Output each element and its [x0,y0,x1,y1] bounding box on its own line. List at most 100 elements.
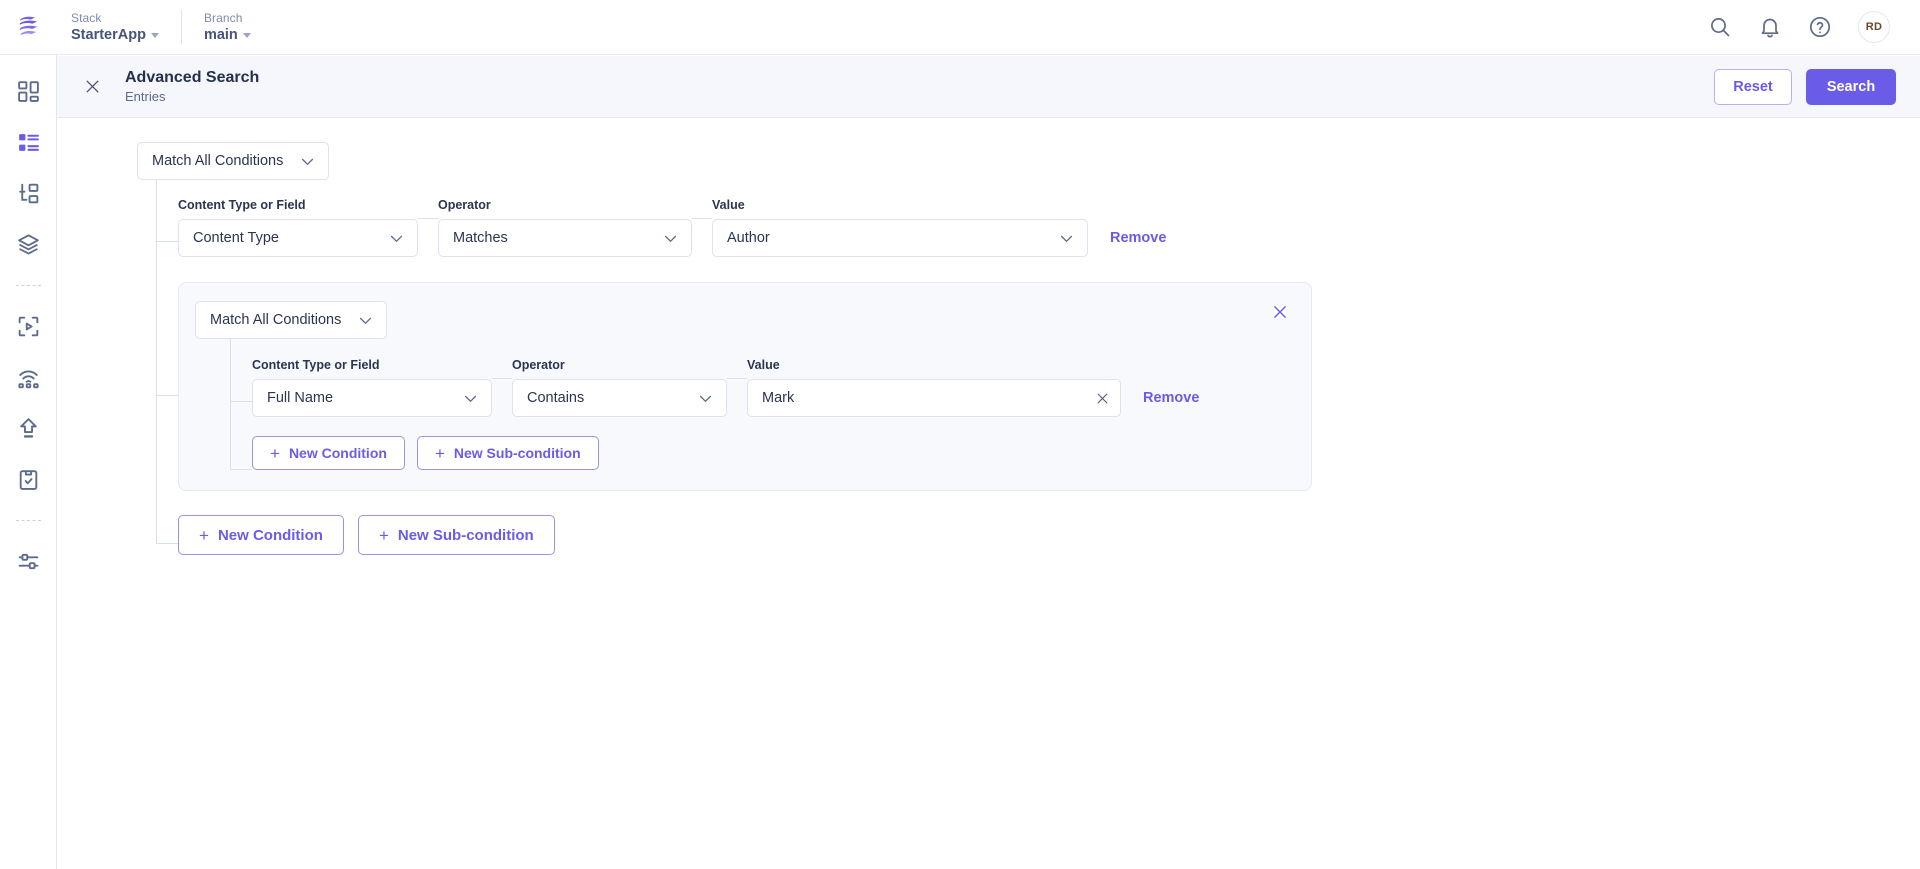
close-icon [1274,306,1286,318]
stacks-layers-icon [17,233,39,254]
close-icon [86,80,98,93]
sidebar-divider-1 [15,285,41,286]
tasks-checklist-icon [19,469,37,490]
condition-1-operator-select[interactable]: Matches [438,219,692,257]
sidebar-item-tasks[interactable] [8,459,48,499]
subgroup-remove-link[interactable]: Remove [1143,389,1199,407]
subgroup-match-value: Match All Conditions [210,312,342,328]
breadcrumb: Stack StarterApp Branch main [57,0,273,55]
subgroup-field-select[interactable]: Full Name [252,379,492,417]
plus-icon: + [378,525,389,545]
operator-connector-line [692,218,712,219]
entries-icon [18,133,39,151]
subgroup-new-subcondition-label: New Sub-condition [453,445,581,461]
sidebar-divider-2 [15,520,41,521]
condition-1-field-group: Content Type or Field Content Type [178,198,418,257]
new-subcondition-label: New Sub-condition [397,526,534,544]
root-match-value: Match All Conditions [152,153,284,169]
chevron-down-icon [299,153,316,170]
plus-icon: + [199,525,209,545]
sidebar-item-assets[interactable] [8,306,48,346]
live-preview-icon [17,370,39,388]
condition-1-field-select[interactable]: Content Type [178,219,418,257]
chevron-down-icon [1058,230,1075,247]
chevron-down-icon [388,230,405,247]
panel-actions: Reset Search [1714,68,1896,105]
subgroup-match-select[interactable]: Match All Conditions [195,301,387,339]
sidebar-item-entries[interactable] [8,120,65,164]
releases-icon [19,417,37,438]
avatar[interactable]: RD [1858,11,1890,43]
operator-label: Operator [438,198,491,212]
content-types-icon [18,183,38,203]
sidebar-item-content-types[interactable] [8,173,48,213]
condition-1-field-value: Content Type [193,230,279,246]
field-label: Content Type or Field [178,198,306,212]
caret-down-icon [242,33,251,38]
search-icon[interactable] [1708,15,1732,39]
chevron-down-icon [697,390,714,407]
chevron-down-icon [462,390,479,407]
sidebar-item-live-preview[interactable] [8,357,48,397]
subgroup-close-button[interactable] [1267,299,1293,325]
subgroup-new-condition-button[interactable]: + New Condition [252,436,405,470]
search-button[interactable]: Search [1806,68,1896,105]
sidebar-item-stacks[interactable] [8,224,48,264]
operator-label: Operator [512,358,565,372]
subgroup-condition-row: Content Type or Field Full Name Operator [211,339,1291,417]
root-add-buttons: + New Condition + New Sub-condition [137,491,1920,555]
sidebar-item-settings[interactable] [8,541,48,581]
help-circle-icon[interactable] [1808,15,1832,39]
subgroup-value-input[interactable]: Mark [747,379,1121,417]
top-bar: Stack StarterApp Branch main RD [0,0,1920,55]
chevron-down-icon [662,230,679,247]
caret-down-icon [150,33,159,38]
contentstack-logo-icon [19,16,37,36]
subgroup-value-text: Mark [762,390,795,406]
breadcrumb-branch[interactable]: Branch main [180,10,273,44]
app-logo[interactable] [0,0,57,55]
close-panel-button[interactable] [75,70,109,104]
subgroup-wrapper: Match All Conditions Content Type or Fie… [137,257,1312,491]
topbar-actions: RD [1708,11,1920,43]
subgroup-value-group: Value Mark [747,358,1121,417]
subgroup-add-buttons: + New Condition + New Sub-condition [211,417,1291,470]
root-match-select[interactable]: Match All Conditions [137,142,329,180]
value-label: Value [747,358,780,372]
subgroup-tree: Content Type or Field Full Name Operator [211,339,1291,470]
new-subcondition-button[interactable]: + New Sub-condition [357,515,555,555]
operator-connector-line [727,378,747,379]
value-label: Value [712,198,745,212]
condition-row-1: Content Type or Field Content Type Opera… [137,180,1920,257]
reset-button[interactable]: Reset [1714,68,1792,105]
settings-sliders-icon [18,553,38,569]
plus-icon: + [270,443,280,463]
breadcrumb-branch-value: main [203,26,238,43]
condition-1-value-select[interactable]: Author [712,219,1088,257]
subgroup-operator-value: Contains [527,390,585,406]
sidebar-item-releases[interactable] [8,408,48,448]
condition-1-value: Author [727,230,770,246]
chevron-down-icon [357,312,374,329]
field-label: Content Type or Field [252,358,380,372]
page-subtitle: Entries [125,89,166,104]
subgroup-new-condition-label: New Condition [288,445,387,461]
subgroup-field-value: Full Name [267,390,334,406]
condition-1-operator-value: Matches [453,230,508,246]
subgroup-new-subcondition-button[interactable]: + New Sub-condition [416,436,599,470]
sidebar-item-dashboard[interactable] [8,71,48,111]
breadcrumb-stack-label: Stack [71,10,102,25]
new-condition-button[interactable]: + New Condition [178,515,344,555]
query-builder: Match All Conditions Content Type or Fie… [57,118,1920,869]
breadcrumb-stack[interactable]: Stack StarterApp [71,10,181,44]
breadcrumb-stack-value: StarterApp [71,26,146,43]
breadcrumb-branch-label: Branch [203,10,243,25]
condition-1-remove-link[interactable]: Remove [1110,229,1166,247]
dashboard-icon [17,80,39,102]
tree-branch-line [230,469,252,470]
field-connector-line [492,378,512,379]
clear-input-icon[interactable] [1095,391,1110,406]
subgroup-operator-select[interactable]: Contains [512,379,727,417]
notification-bell-icon[interactable] [1758,15,1782,39]
field-connector-line [418,218,438,219]
